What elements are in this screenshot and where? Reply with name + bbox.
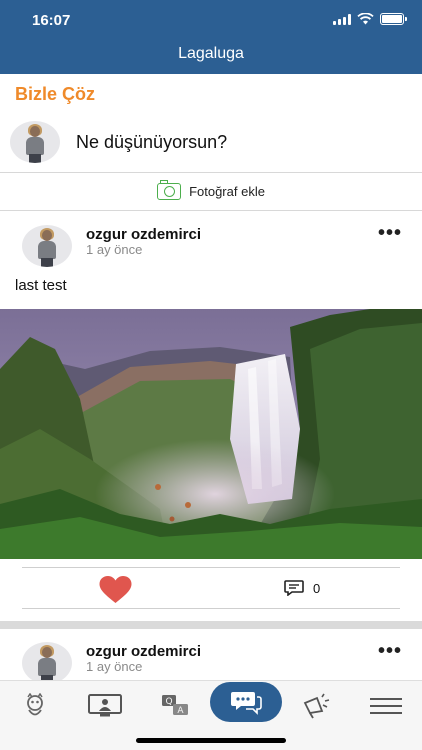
compose-prompt[interactable]: Ne düşünüyorsun? [76, 132, 227, 153]
svg-text:A: A [177, 706, 184, 716]
more-options-icon[interactable]: ••• [378, 223, 402, 243]
comment-icon [284, 580, 304, 596]
feed-separator [0, 621, 422, 629]
video-presenter-icon [88, 694, 122, 717]
add-photo-button[interactable]: Fotoğraf ekle [0, 172, 422, 210]
tab-menu[interactable] [356, 686, 416, 726]
post-image[interactable] [0, 309, 422, 559]
section-title: Bizle Çöz [15, 84, 96, 104]
tab-question-answer[interactable]: Q A [145, 686, 205, 726]
tab-chat[interactable] [210, 682, 282, 722]
comment-button[interactable]: 0 [284, 580, 320, 596]
post-timestamp: 1 ay önce [86, 242, 143, 257]
status-icons [333, 13, 407, 25]
user-avatar [10, 121, 60, 163]
battery-icon [380, 13, 407, 25]
photo-row-divider [0, 210, 422, 211]
question-answer-icon: Q A [162, 695, 188, 716]
top-header: 16:07 Lagaluga [0, 0, 422, 74]
tab-video-presenter[interactable] [75, 686, 135, 726]
status-time: 16:07 [32, 12, 71, 29]
post-text: last test [15, 277, 67, 294]
compose-box[interactable]: Ne düşünüyorsun? [0, 114, 422, 172]
comment-count: 0 [313, 580, 321, 596]
svg-text:Q: Q [165, 697, 172, 707]
tab-announcements[interactable] [286, 686, 346, 726]
heart-icon[interactable] [98, 576, 133, 604]
camera-icon [157, 179, 182, 200]
chat-bubbles-icon [231, 692, 262, 715]
mascot-icon [27, 693, 43, 716]
post-author-avatar[interactable] [22, 642, 72, 680]
wifi-icon [357, 13, 374, 25]
more-options-icon[interactable]: ••• [378, 641, 402, 661]
reaction-bar: 0 [22, 567, 400, 609]
post-timestamp: 1 ay önce [86, 659, 143, 674]
tab-mascot[interactable] [5, 686, 65, 726]
post-author-name[interactable]: ozgur ozdemirci [86, 226, 201, 243]
post-card: ozgur ozdemirci 1 ay önce ••• [0, 639, 422, 680]
add-photo-label: Fotoğraf ekle [189, 183, 265, 199]
megaphone-icon [303, 693, 330, 719]
post-author-name[interactable]: ozgur ozdemirci [86, 643, 201, 660]
hamburger-menu-icon [370, 698, 402, 714]
cellular-signal-icon [333, 13, 351, 25]
post-author-avatar[interactable] [22, 225, 72, 267]
app-title: Lagaluga [178, 45, 244, 62]
home-indicator [136, 738, 286, 743]
post-card: ozgur ozdemirci 1 ay önce ••• last test [0, 220, 422, 620]
